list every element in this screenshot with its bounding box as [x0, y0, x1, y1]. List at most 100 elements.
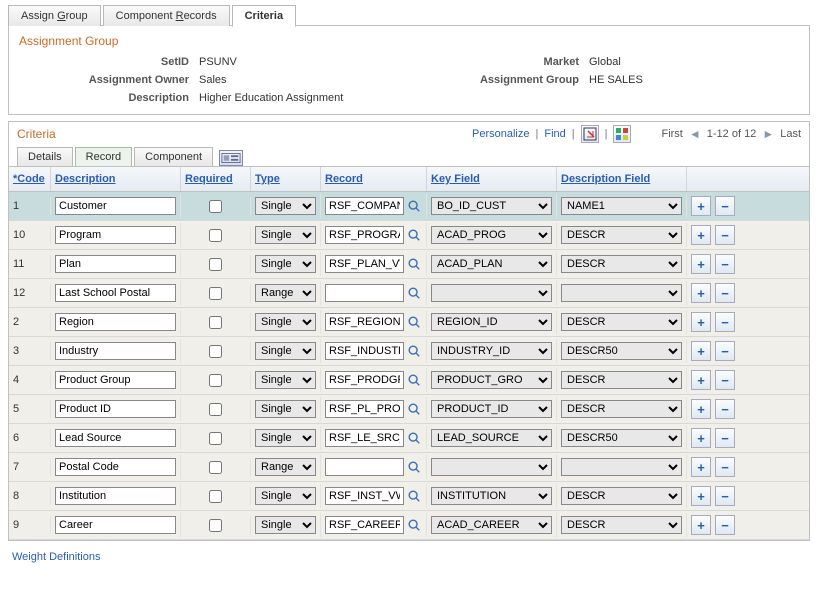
description-field[interactable]	[55, 429, 176, 447]
lookup-icon[interactable]	[406, 343, 422, 359]
delete-row-button[interactable]: −	[715, 312, 735, 332]
lookup-icon[interactable]	[406, 227, 422, 243]
required-checkbox[interactable]	[209, 374, 222, 387]
type-select[interactable]: SingleRange	[255, 255, 316, 273]
record-field[interactable]	[325, 516, 404, 534]
expand-all-icon[interactable]	[219, 150, 243, 166]
type-select[interactable]: SingleRange	[255, 371, 316, 389]
required-checkbox[interactable]	[209, 258, 222, 271]
lookup-icon[interactable]	[406, 372, 422, 388]
add-row-button[interactable]: +	[691, 370, 711, 390]
key-field-select[interactable]: ACAD_PROG	[431, 226, 552, 244]
add-row-button[interactable]: +	[691, 254, 711, 274]
lookup-icon[interactable]	[406, 517, 422, 533]
description-field[interactable]	[55, 197, 176, 215]
desc-field-select[interactable]: DESCR	[561, 226, 682, 244]
col-desc-field[interactable]: Description Field	[557, 167, 687, 191]
nav-prev-icon[interactable]: ◄	[689, 127, 701, 141]
record-field[interactable]	[325, 313, 404, 331]
add-row-button[interactable]: +	[691, 486, 711, 506]
add-row-button[interactable]: +	[691, 428, 711, 448]
find-link[interactable]: Find	[544, 128, 565, 140]
tab-assign-group[interactable]: Assign Group	[8, 5, 101, 26]
record-field[interactable]	[325, 371, 404, 389]
add-row-button[interactable]: +	[691, 312, 711, 332]
required-checkbox[interactable]	[209, 200, 222, 213]
delete-row-button[interactable]: −	[715, 399, 735, 419]
delete-row-button[interactable]: −	[715, 515, 735, 535]
description-field[interactable]	[55, 226, 176, 244]
col-description[interactable]: Description	[51, 167, 181, 191]
type-select[interactable]: SingleRange	[255, 429, 316, 447]
col-key-field[interactable]: Key Field	[427, 167, 557, 191]
key-field-select[interactable]: PRODUCT_ID	[431, 400, 552, 418]
delete-row-button[interactable]: −	[715, 486, 735, 506]
sub-tab-record[interactable]: Record	[75, 147, 132, 166]
required-checkbox[interactable]	[209, 345, 222, 358]
desc-field-select[interactable]: DESCR	[561, 371, 682, 389]
delete-row-button[interactable]: −	[715, 196, 735, 216]
sub-tab-component[interactable]: Component	[134, 147, 213, 166]
add-row-button[interactable]: +	[691, 283, 711, 303]
record-field[interactable]	[325, 255, 404, 273]
zoom-icon[interactable]	[581, 125, 599, 143]
personalize-link[interactable]: Personalize	[472, 128, 529, 140]
col-record[interactable]: Record	[321, 167, 427, 191]
required-checkbox[interactable]	[209, 229, 222, 242]
required-checkbox[interactable]	[209, 519, 222, 532]
lookup-icon[interactable]	[406, 285, 422, 301]
desc-field-select[interactable]: DESCR50	[561, 342, 682, 360]
desc-field-select[interactable]: DESCR	[561, 255, 682, 273]
desc-field-select[interactable]: DESCR50	[561, 429, 682, 447]
delete-row-button[interactable]: −	[715, 254, 735, 274]
lookup-icon[interactable]	[406, 401, 422, 417]
nav-first[interactable]: First	[661, 128, 682, 140]
type-select[interactable]: SingleRange	[255, 487, 316, 505]
record-field[interactable]	[325, 284, 404, 302]
type-select[interactable]: SingleRange	[255, 284, 316, 302]
key-field-select[interactable]: REGION_ID	[431, 313, 552, 331]
type-select[interactable]: SingleRange	[255, 400, 316, 418]
delete-row-button[interactable]: −	[715, 457, 735, 477]
delete-row-button[interactable]: −	[715, 283, 735, 303]
add-row-button[interactable]: +	[691, 225, 711, 245]
type-select[interactable]: SingleRange	[255, 516, 316, 534]
record-field[interactable]	[325, 197, 404, 215]
lookup-icon[interactable]	[406, 459, 422, 475]
description-field[interactable]	[55, 516, 176, 534]
required-checkbox[interactable]	[209, 432, 222, 445]
desc-field-select[interactable]: NAME1	[561, 197, 682, 215]
type-select[interactable]: SingleRange	[255, 342, 316, 360]
desc-field-select[interactable]: DESCR	[561, 313, 682, 331]
delete-row-button[interactable]: −	[715, 428, 735, 448]
desc-field-select[interactable]	[561, 458, 682, 476]
add-row-button[interactable]: +	[691, 457, 711, 477]
description-field[interactable]	[55, 313, 176, 331]
required-checkbox[interactable]	[209, 403, 222, 416]
type-select[interactable]: SingleRange	[255, 313, 316, 331]
desc-field-select[interactable]: DESCR	[561, 516, 682, 534]
key-field-select[interactable]: INDUSTRY_ID	[431, 342, 552, 360]
required-checkbox[interactable]	[209, 316, 222, 329]
col-type[interactable]: Type	[251, 167, 321, 191]
description-field[interactable]	[55, 255, 176, 273]
key-field-select[interactable]	[431, 284, 552, 302]
sub-tab-details[interactable]: Details	[17, 147, 73, 166]
description-field[interactable]	[55, 487, 176, 505]
type-select[interactable]: SingleRange	[255, 226, 316, 244]
required-checkbox[interactable]	[209, 490, 222, 503]
nav-last[interactable]: Last	[780, 128, 801, 140]
col-code[interactable]: *Code	[9, 167, 51, 191]
required-checkbox[interactable]	[209, 461, 222, 474]
lookup-icon[interactable]	[406, 488, 422, 504]
desc-field-select[interactable]: DESCR	[561, 487, 682, 505]
col-required[interactable]: Required	[181, 167, 251, 191]
record-field[interactable]	[325, 226, 404, 244]
delete-row-button[interactable]: −	[715, 225, 735, 245]
key-field-select[interactable]: INSTITUTION	[431, 487, 552, 505]
key-field-select[interactable]: ACAD_PLAN	[431, 255, 552, 273]
record-field[interactable]	[325, 458, 404, 476]
key-field-select[interactable]: BO_ID_CUST	[431, 197, 552, 215]
description-field[interactable]	[55, 284, 176, 302]
description-field[interactable]	[55, 400, 176, 418]
